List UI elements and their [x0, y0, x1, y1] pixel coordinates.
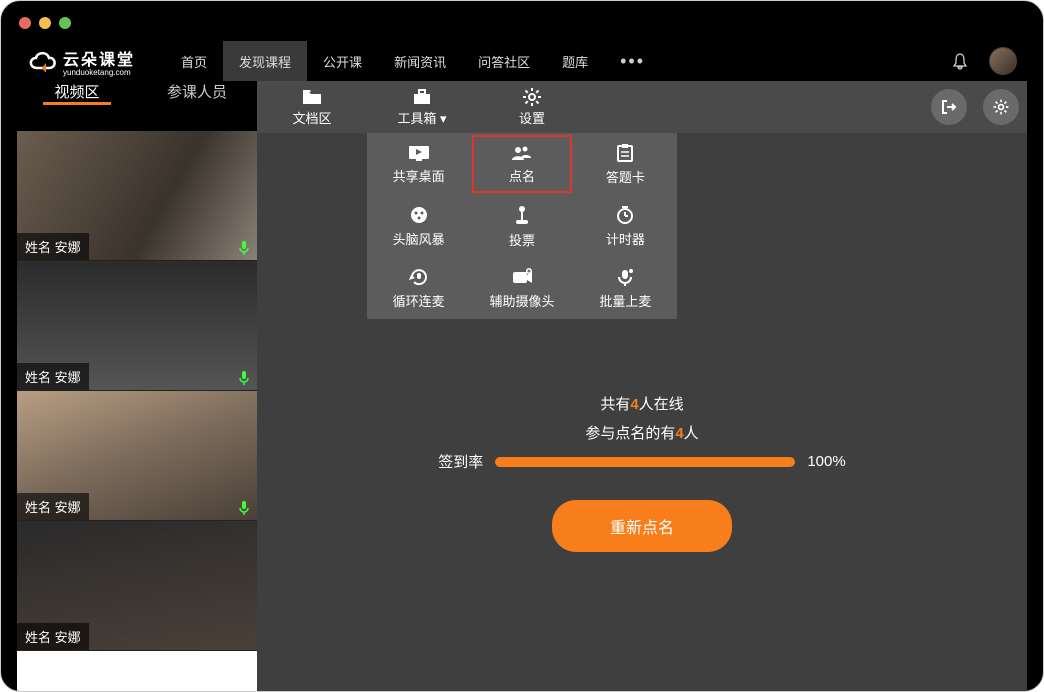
tab-underline: [43, 102, 110, 105]
participant-label: 姓名 安娜: [17, 363, 89, 390]
progress-row: 签到率 100%: [438, 451, 845, 472]
window-controls: [19, 17, 71, 29]
video-tile[interactable]: 姓名 安娜: [17, 261, 257, 391]
exit-button[interactable]: [931, 89, 967, 125]
chevron-down-icon: ▾: [440, 111, 447, 126]
progress-bar: [495, 457, 795, 467]
vote-icon: [512, 204, 532, 226]
settings-button[interactable]: [983, 89, 1019, 125]
toolbar-toolbox[interactable]: 工具箱 ▾: [367, 81, 477, 133]
avatar[interactable]: [989, 47, 1017, 75]
close-dot[interactable]: [19, 17, 31, 29]
online-count-text: 共有4人在线: [600, 393, 683, 414]
nav-news[interactable]: 新闻资讯: [378, 41, 462, 81]
dd-brainstorm[interactable]: 头脑风暴: [367, 195, 470, 257]
bell-icon[interactable]: [951, 52, 969, 70]
nav-discover[interactable]: 发现课程: [223, 41, 307, 81]
gear-icon: [521, 88, 543, 106]
loop-mic-icon: [408, 267, 430, 287]
nav-qa[interactable]: 问答社区: [462, 41, 546, 81]
roll-call-icon: [510, 144, 534, 162]
dd-loop-mic[interactable]: 循环连麦: [367, 257, 470, 319]
participant-label: 姓名 安娜: [17, 233, 89, 260]
dd-batch-mic[interactable]: 批量上麦: [574, 257, 677, 319]
video-tile[interactable]: [17, 651, 257, 692]
dd-answer-card[interactable]: 答题卡: [574, 133, 677, 195]
main-area: 文档区 工具箱 ▾ 设置: [257, 81, 1027, 692]
nav-open-class[interactable]: 公开课: [307, 41, 378, 81]
roll-count-text: 参与点名的有4人: [585, 422, 698, 443]
minimize-dot[interactable]: [39, 17, 51, 29]
reroll-button[interactable]: 重新点名: [552, 500, 732, 552]
aux-camera-icon: [511, 267, 533, 287]
exit-icon: [940, 98, 958, 116]
toolbar: 文档区 工具箱 ▾ 设置: [257, 81, 1027, 133]
participant-label: 姓名 安娜: [17, 493, 89, 520]
participant-label: 姓名 安娜: [17, 623, 89, 650]
logo-icon: [27, 50, 57, 72]
gear-icon: [992, 98, 1010, 116]
toolbox-dropdown: 共享桌面 点名 答题卡 头脑风暴: [367, 133, 677, 319]
brainstorm-icon: [409, 205, 429, 225]
percent-value: 100%: [807, 453, 845, 470]
dd-aux-camera[interactable]: 辅助摄像头: [470, 257, 573, 319]
nav-more[interactable]: •••: [604, 41, 661, 81]
logo[interactable]: 云朵课堂 yunduoketang.com: [27, 46, 135, 77]
video-tile[interactable]: 姓名 安娜: [17, 521, 257, 651]
toolbar-settings[interactable]: 设置: [477, 81, 587, 133]
toolbox-icon: [411, 88, 433, 106]
tab-video[interactable]: 视频区: [17, 81, 137, 102]
main-nav: 首页 发现课程 公开课 新闻资讯 问答社区 题库 •••: [165, 41, 661, 81]
video-tile[interactable]: 姓名 安娜: [17, 391, 257, 521]
timer-icon: [615, 205, 635, 225]
tab-attendees[interactable]: 参课人员: [137, 81, 257, 102]
video-tile[interactable]: 姓名 安娜: [17, 131, 257, 261]
dd-roll-call[interactable]: 点名: [470, 133, 573, 195]
video-list: 姓名 安娜 姓名 安娜 姓名 安娜 姓名 安娜: [17, 131, 257, 692]
topbar: 云朵课堂 yunduoketang.com 首页 发现课程 公开课 新闻资讯 问…: [17, 41, 1027, 81]
logo-text: 云朵课堂 yunduoketang.com: [63, 46, 135, 77]
mic-icon: [237, 240, 251, 256]
nav-question-bank[interactable]: 题库: [546, 41, 604, 81]
sidebar: 视频区 参课人员 姓名 安娜 姓名 安娜: [17, 81, 257, 692]
mic-icon: [237, 500, 251, 516]
mic-icon: [237, 370, 251, 386]
nav-home[interactable]: 首页: [165, 41, 223, 81]
dd-vote[interactable]: 投票: [470, 195, 573, 257]
roll-call-stats: 共有4人在线 参与点名的有4人 签到率 100% 重新点名: [257, 393, 1027, 552]
dd-share-screen[interactable]: 共享桌面: [367, 133, 470, 195]
share-screen-icon: [407, 144, 431, 162]
folder-icon: [301, 88, 323, 106]
answer-card-icon: [615, 143, 635, 163]
batch-mic-icon: [615, 267, 635, 287]
rate-label: 签到率: [438, 451, 483, 472]
maximize-dot[interactable]: [59, 17, 71, 29]
toolbar-docs[interactable]: 文档区: [257, 81, 367, 133]
dd-timer[interactable]: 计时器: [574, 195, 677, 257]
